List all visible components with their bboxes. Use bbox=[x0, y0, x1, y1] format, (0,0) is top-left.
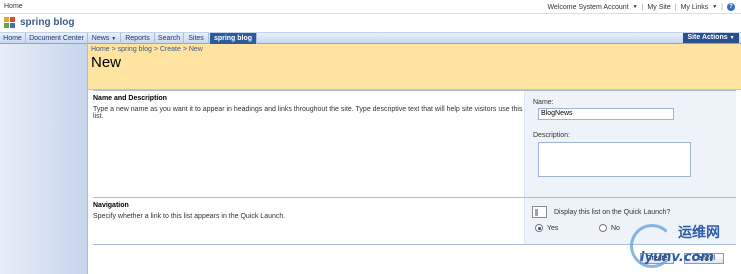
separator: | bbox=[721, 3, 723, 11]
tab-news-label: News bbox=[91, 35, 110, 42]
breadcrumb[interactable]: Home > spring blog > Create > New bbox=[91, 46, 203, 53]
tab-news[interactable]: News ▼ bbox=[88, 33, 121, 44]
site-logo-icon bbox=[4, 17, 18, 29]
name-description-section: Name and Description Type a new name as … bbox=[93, 90, 736, 198]
quick-launch-question: Display this list on the Quick Launch? bbox=[554, 209, 671, 216]
welcome-menu[interactable]: Welcome System Account bbox=[547, 4, 628, 11]
quick-launch-pane bbox=[0, 44, 88, 274]
tab-sites[interactable]: Sites bbox=[184, 33, 209, 44]
description-textarea[interactable] bbox=[538, 142, 691, 177]
separator: | bbox=[674, 3, 677, 11]
top-bar: Home Welcome System Account ▼ | My Site … bbox=[0, 0, 741, 14]
top-navigation: Home Document Center News ▼ Reports Sear… bbox=[0, 32, 741, 44]
chevron-down-icon: ▼ bbox=[111, 36, 117, 42]
tab-document-center[interactable]: Document Center bbox=[26, 33, 88, 44]
section-title: Name and Description bbox=[93, 95, 167, 102]
tab-search[interactable]: Search bbox=[155, 33, 184, 44]
top-home-link[interactable]: Home bbox=[4, 3, 23, 10]
help-icon[interactable]: ? bbox=[727, 3, 735, 11]
separator: | bbox=[641, 3, 644, 11]
site-title-bar: spring blog bbox=[0, 14, 741, 32]
description-label: Description: bbox=[533, 132, 570, 139]
section-description: Type a new name as you want it to appear… bbox=[93, 106, 523, 120]
page-header: Home > spring blog > Create > New New bbox=[88, 44, 741, 90]
yes-label: Yes bbox=[547, 225, 559, 232]
watermark-url: iyunv.com bbox=[640, 250, 714, 265]
site-title[interactable]: spring blog bbox=[20, 17, 74, 28]
watermark-logo: 运维网 iyunv.com bbox=[628, 220, 738, 272]
tab-spring-blog[interactable]: spring blog bbox=[210, 33, 257, 44]
my-site-link[interactable]: My Site bbox=[647, 4, 670, 11]
name-description-fields: Name: BlogNews Description: bbox=[524, 91, 736, 198]
tab-reports[interactable]: Reports bbox=[121, 33, 155, 44]
name-input[interactable]: BlogNews bbox=[538, 108, 674, 120]
chevron-down-icon[interactable]: ▼ bbox=[712, 4, 717, 10]
section-description: Specify whether a link to this list appe… bbox=[93, 213, 286, 220]
no-radio[interactable] bbox=[599, 224, 607, 232]
no-label: No bbox=[611, 225, 620, 232]
my-links-menu[interactable]: My Links bbox=[681, 4, 709, 11]
quick-launch-icon bbox=[532, 206, 547, 218]
name-label: Name: bbox=[533, 99, 554, 106]
top-right-links: Welcome System Account ▼ | My Site | My … bbox=[547, 3, 735, 11]
chevron-down-icon: ▼ bbox=[729, 35, 735, 41]
yes-radio[interactable] bbox=[535, 224, 543, 232]
section-title: Navigation bbox=[93, 202, 129, 209]
watermark-text: 运维网 bbox=[678, 225, 720, 241]
chevron-down-icon[interactable]: ▼ bbox=[633, 4, 638, 10]
page-title: New bbox=[91, 54, 122, 71]
tab-home[interactable]: Home bbox=[0, 33, 26, 44]
site-actions-label: Site Actions bbox=[687, 34, 728, 41]
site-actions-button[interactable]: Site Actions ▼ bbox=[683, 33, 739, 43]
